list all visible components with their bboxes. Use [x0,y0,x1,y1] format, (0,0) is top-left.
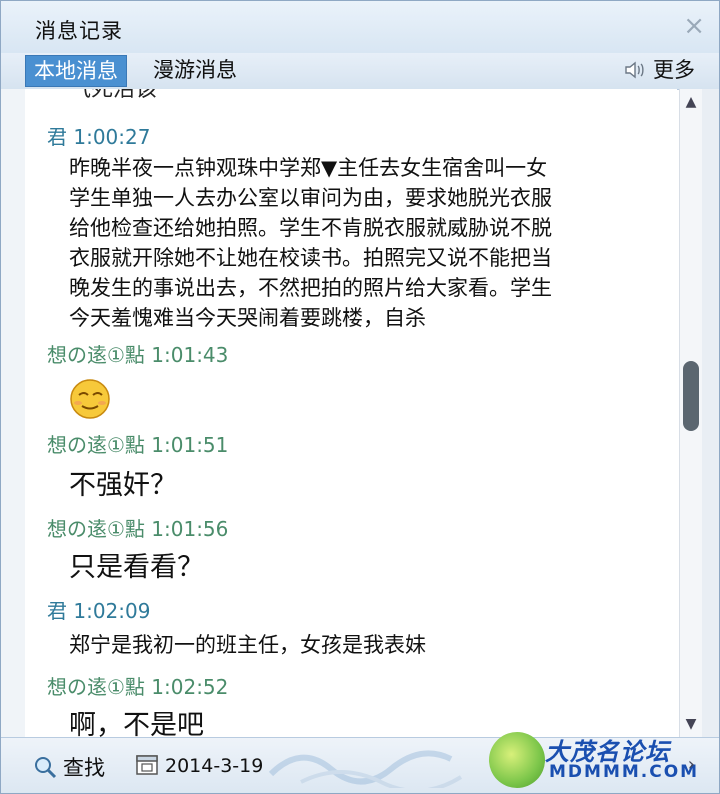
scrollbar-thumb[interactable] [683,361,699,431]
right-gutter [702,89,719,737]
message-line: 给他检查还给她拍照。学生不肯脱衣服就威胁说不脱 [69,216,552,240]
message-text: 只是看看？ [69,552,204,583]
speaker-icon [625,61,644,79]
date-picker[interactable]: 2014-3-19 [135,752,263,777]
more-label: 更多 [653,58,695,82]
message-sender: 君 1:02:09 [47,599,151,623]
message-sender: 想の逺①點 1:01:51 [47,433,229,457]
message-line: 晚发生的事说出去，不然把拍的照片给大家看。学生 [69,276,552,300]
calendar-icon [136,755,158,775]
close-icon[interactable]: × [683,11,705,41]
more-button[interactable]: 更多 [623,55,695,85]
message-line: 衣服就开除她不让她在校读书。拍照完又说不能把当 [69,246,552,270]
tab-roaming-messages[interactable]: 漫游消息 [145,55,245,85]
date-label: 2014-3-19 [165,755,264,777]
forum-logo: 大茂名论坛 MDMMM.COM [487,730,699,790]
next-arrow-icon[interactable]: › [688,754,695,775]
scroll-up-icon[interactable]: ▲ [680,91,702,113]
find-button[interactable]: 查找 [33,752,105,782]
message-sender: 君 1:00:27 [47,125,151,149]
smug-face-icon [70,379,110,419]
magnifier-icon [35,757,57,779]
message-text: 昨晚半夜一点钟观珠中学郑▼主任去女生宿舍叫一女 学生单独一人去办公室以审问为由，… [69,153,669,333]
message-text: 啊，不是吧 [69,710,204,737]
message-sender: 想の逺①點 1:01:56 [47,517,229,541]
message-sender: 想の逺①點 1:02:52 [47,675,229,699]
message-list: 气死活该 君 1:00:27 昨晚半夜一点钟观珠中学郑▼主任去女生宿舍叫一女 学… [25,89,677,737]
left-gutter [1,89,25,737]
logo-circle-icon [489,732,545,788]
cut-off-text: 气死活该 [69,89,158,102]
message-line: 今天羞愧难当今天哭闹着要跳楼，自杀 [69,306,426,330]
message-line: 昨晚半夜一点钟观珠中学郑▼主任去女生宿舍叫一女 [69,156,548,180]
tab-local-messages[interactable]: 本地消息 [25,55,127,87]
bottom-toolbar: 查找 2014-3-19 大茂名论坛 MDMMM.COM › [1,732,719,793]
vertical-scrollbar[interactable]: ▲ ▼ [679,89,702,737]
message-text: 郑宁是我初一的班主任，女孩是我表妹 [69,633,426,657]
watermark-graphic [268,750,463,788]
logo-text-en: MDMMM.COM [549,762,700,782]
find-label: 查找 [63,756,105,780]
message-line: 学生单独一人去办公室以审问为由，要求她脱光衣服 [69,186,552,210]
message-sender: 想の逺①點 1:01:43 [47,343,229,367]
window-title: 消息记录 [35,19,123,43]
message-history-window: 消息记录 × 本地消息 漫游消息 更多 气死活该 君 1:00:27 昨晚半夜一… [0,0,720,794]
tab-bar: 本地消息 漫游消息 更多 [1,53,719,90]
title-bar: 消息记录 × [1,1,719,53]
message-text: 不强奸？ [69,470,177,501]
